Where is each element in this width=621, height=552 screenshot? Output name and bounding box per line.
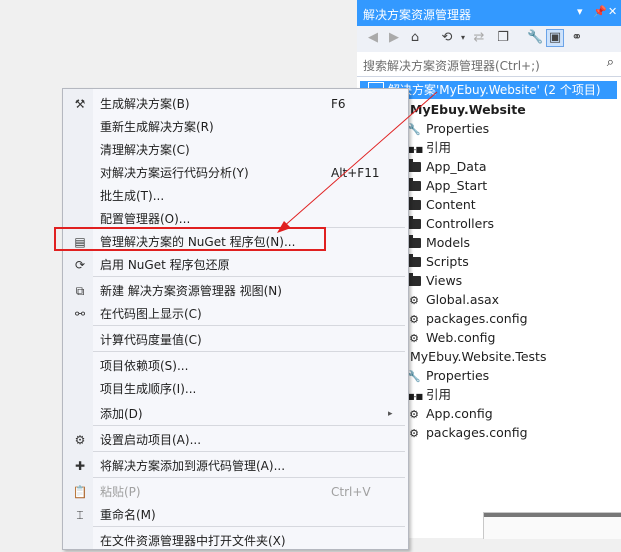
annotation-arrow [277,91,438,233]
arrow-head [277,221,291,233]
code-window-bar [484,513,621,517]
arrow-line [281,91,438,229]
code-window-thumbnail [483,512,621,539]
